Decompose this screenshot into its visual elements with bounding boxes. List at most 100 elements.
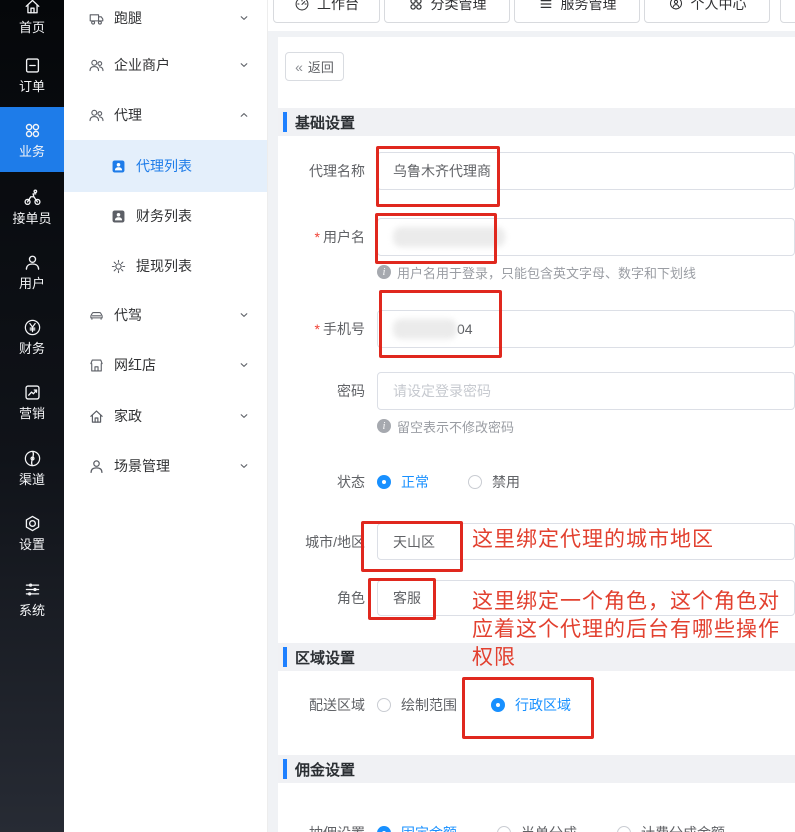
masked-phone-value: [393, 319, 457, 339]
tab-label: 工作台: [317, 0, 359, 14]
radio-label-normal[interactable]: 正常: [401, 472, 429, 492]
menu-item-label: 代驾: [114, 305, 142, 325]
gear-icon: [110, 258, 127, 275]
idcard-icon: [110, 158, 127, 175]
section-accent-bar: [283, 112, 287, 132]
radio-draw-range[interactable]: [377, 698, 391, 712]
user-icon: [23, 253, 42, 272]
section-title: 佣金设置: [295, 759, 355, 780]
rail-item-business[interactable]: 业务: [0, 107, 64, 172]
rail-item-orders[interactable]: 订单: [0, 56, 64, 94]
commission-mode-label: 抽佣设置: [278, 818, 365, 832]
menu-item-driving[interactable]: 代驾: [64, 291, 267, 339]
radio-label-admin-region[interactable]: 行政区域: [515, 695, 571, 715]
rail-item-label: 设置: [19, 537, 45, 552]
required-mark: *: [315, 229, 320, 245]
menu-item-scene-mgmt[interactable]: 场景管理: [64, 442, 267, 490]
menu-item-online-store[interactable]: 网红店: [64, 341, 267, 389]
menu-item-enterprise[interactable]: 企业商户: [64, 42, 267, 88]
agent-edit-page: 首页 订单 业务 接单员 用户 财务 营销 渠道: [0, 0, 795, 832]
menu-item-label: 家政: [114, 406, 142, 426]
radio-label-disabled[interactable]: 禁用: [492, 472, 520, 492]
password-label: 密码: [278, 372, 365, 410]
form-card: « 返回 基础设置 代理名称 乌鲁木齐代理商 * 用户名: [278, 37, 795, 832]
home-icon: [23, 0, 42, 16]
person-icon: [88, 458, 105, 475]
rail-item-label: 首页: [19, 20, 45, 35]
chevron-down-icon: [237, 459, 251, 473]
car-icon: [88, 307, 105, 324]
chevron-down-icon: [237, 11, 251, 25]
back-button[interactable]: « 返回: [285, 52, 344, 81]
tab-partial[interactable]: [780, 0, 795, 23]
menu-item-label: 跑腿: [114, 8, 142, 28]
radio-label-fixed-amount[interactable]: 固定金额: [401, 823, 457, 832]
rail-item-label: 营销: [19, 406, 45, 421]
tab-service-mgmt[interactable]: 服务管理: [514, 0, 640, 23]
rail-item-channels[interactable]: 渠道: [0, 449, 64, 487]
tab-personal-center[interactable]: 个人中心: [644, 0, 770, 23]
radio-admin-region[interactable]: [491, 698, 505, 712]
masked-username-value: [393, 227, 505, 247]
menu-item-agents[interactable]: 代理: [64, 92, 267, 138]
username-input[interactable]: [377, 218, 795, 256]
commission-mode-radio-group: 固定金额 当单分成 计费分成金额: [377, 818, 725, 832]
menu-item-label: 企业商户: [114, 55, 170, 75]
agent-name-value: 乌鲁木齐代理商: [393, 161, 491, 181]
rail-item-label: 用户: [19, 276, 45, 291]
radio-label-per-order-share[interactable]: 当单分成: [521, 823, 577, 832]
radio-billing-share[interactable]: [617, 826, 631, 832]
tab-category-mgmt[interactable]: 分类管理: [384, 0, 510, 23]
menu-item-finance-list[interactable]: 财务列表: [64, 192, 267, 240]
rail-item-label: 系统: [19, 603, 45, 618]
rail-item-home[interactable]: 首页: [0, 0, 64, 35]
business-grid-icon: [23, 121, 42, 140]
rail-item-label: 订单: [19, 79, 45, 94]
rail-item-marketing[interactable]: 营销: [0, 383, 64, 421]
agent-name-label: 代理名称: [278, 152, 365, 190]
section-accent-bar: [283, 647, 287, 667]
primary-sidebar: 首页 订单 业务 接单员 用户 财务 营销 渠道: [0, 0, 64, 832]
menu-item-label: 网红店: [114, 355, 156, 375]
menu-item-withdraw-list[interactable]: 提现列表: [64, 242, 267, 290]
password-input[interactable]: 请设定登录密码: [377, 372, 795, 410]
radio-per-order-share[interactable]: [497, 826, 511, 832]
chevron-down-icon: [237, 358, 251, 372]
rail-item-couriers[interactable]: 接单员: [0, 188, 64, 226]
radio-status-disabled[interactable]: [468, 475, 482, 489]
username-label: * 用户名: [278, 218, 365, 256]
agent-name-input[interactable]: 乌鲁木齐代理商: [377, 152, 795, 190]
menu-item-label: 提现列表: [136, 256, 192, 276]
marketing-icon: [23, 383, 42, 402]
radio-label-draw-range[interactable]: 绘制范围: [401, 695, 457, 715]
radio-label-billing-share[interactable]: 计费分成金额: [641, 823, 725, 832]
section-accent-bar: [283, 759, 287, 779]
rider-icon: [23, 188, 42, 207]
grid-icon: [408, 0, 424, 12]
role-value: 客服: [393, 588, 421, 608]
list-icon: [538, 0, 554, 12]
rail-item-settings[interactable]: 设置: [0, 514, 64, 552]
radio-status-normal[interactable]: [377, 475, 391, 489]
section-title: 区域设置: [295, 647, 355, 668]
phone-input[interactable]: 04: [377, 310, 795, 348]
rail-item-users[interactable]: 用户: [0, 253, 64, 291]
delivery-area-radio-group: 绘制范围 行政区域: [377, 691, 571, 719]
username-hint: 用户名用于登录，只能包含英文字母、数字和下划线: [377, 264, 696, 280]
password-placeholder: 请设定登录密码: [393, 381, 491, 401]
idcard-icon: [110, 208, 127, 225]
channel-icon: [23, 449, 42, 468]
section-basic-settings: 基础设置: [278, 108, 795, 136]
chevron-down-icon: [237, 409, 251, 423]
tab-workbench[interactable]: 工作台: [273, 0, 380, 23]
menu-item-housekeeping[interactable]: 家政: [64, 392, 267, 440]
section-commission-settings: 佣金设置: [278, 755, 795, 783]
main-content: 工作台 分类管理 服务管理 个人中心 « 返回: [267, 0, 795, 832]
rail-item-system[interactable]: 系统: [0, 580, 64, 618]
chevron-down-icon: [237, 308, 251, 322]
rail-item-label: 财务: [19, 341, 45, 356]
radio-fixed-amount[interactable]: [377, 826, 391, 832]
menu-item-agent-list[interactable]: 代理列表: [64, 140, 267, 192]
menu-item-errand[interactable]: 跑腿: [64, 0, 267, 36]
rail-item-finance[interactable]: 财务: [0, 318, 64, 356]
